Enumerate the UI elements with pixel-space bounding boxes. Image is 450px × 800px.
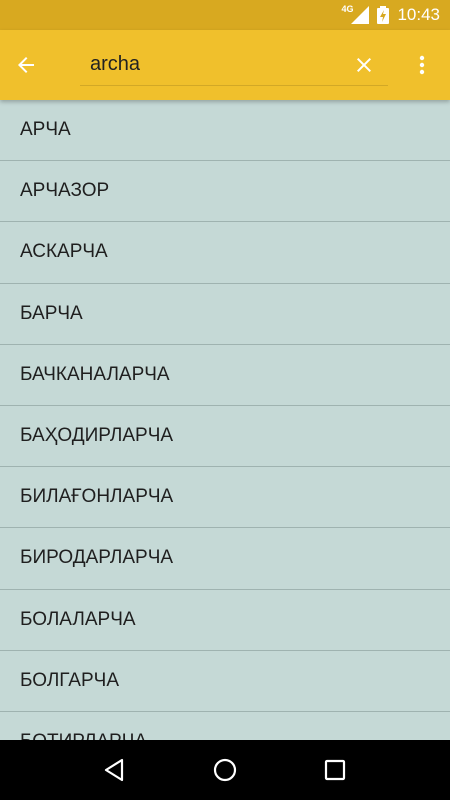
status-bar: 4G 10:43	[0, 0, 450, 30]
list-item[interactable]: БИЛАҒОНЛАРЧА	[0, 467, 450, 529]
search-results-list: АРЧА АРЧАЗОР АСКАРЧА БАРЧА БАЧКАНАЛАРЧА …	[0, 100, 450, 740]
back-triangle-icon[interactable]	[102, 757, 128, 783]
list-item[interactable]: БАРЧА	[0, 284, 450, 345]
search-input[interactable]	[80, 44, 388, 84]
clock: 10:43	[397, 5, 440, 24]
battery-charging-icon	[377, 6, 390, 24]
system-navigation-bar	[0, 740, 450, 800]
list-item[interactable]: АРЧАЗОР	[0, 161, 450, 223]
arrow-back-icon[interactable]	[14, 53, 38, 77]
list-item[interactable]: БАЧКАНАЛАРЧА	[0, 345, 450, 406]
list-item[interactable]: БОЛГАРЧА	[0, 651, 450, 712]
search-app-bar	[0, 30, 450, 100]
close-icon[interactable]	[352, 53, 376, 77]
signal-icon	[351, 6, 370, 24]
list-item[interactable]: АСКАРЧА	[0, 222, 450, 284]
list-item[interactable]: БАҲОДИРЛАРЧА	[0, 406, 450, 468]
list-item[interactable]: БОЛАЛАРЧА	[0, 590, 450, 651]
more-vert-icon[interactable]	[412, 53, 432, 77]
network-type: 4G	[341, 4, 354, 14]
home-circle-icon[interactable]	[212, 757, 238, 783]
list-item[interactable]: БИРОДАРЛАРЧА	[0, 528, 450, 590]
list-item[interactable]: АРЧА	[0, 100, 450, 162]
search-field-wrapper	[80, 44, 388, 86]
recents-square-icon[interactable]	[322, 757, 348, 783]
list-item[interactable]: БОТИРЛАРЧА	[0, 712, 450, 740]
